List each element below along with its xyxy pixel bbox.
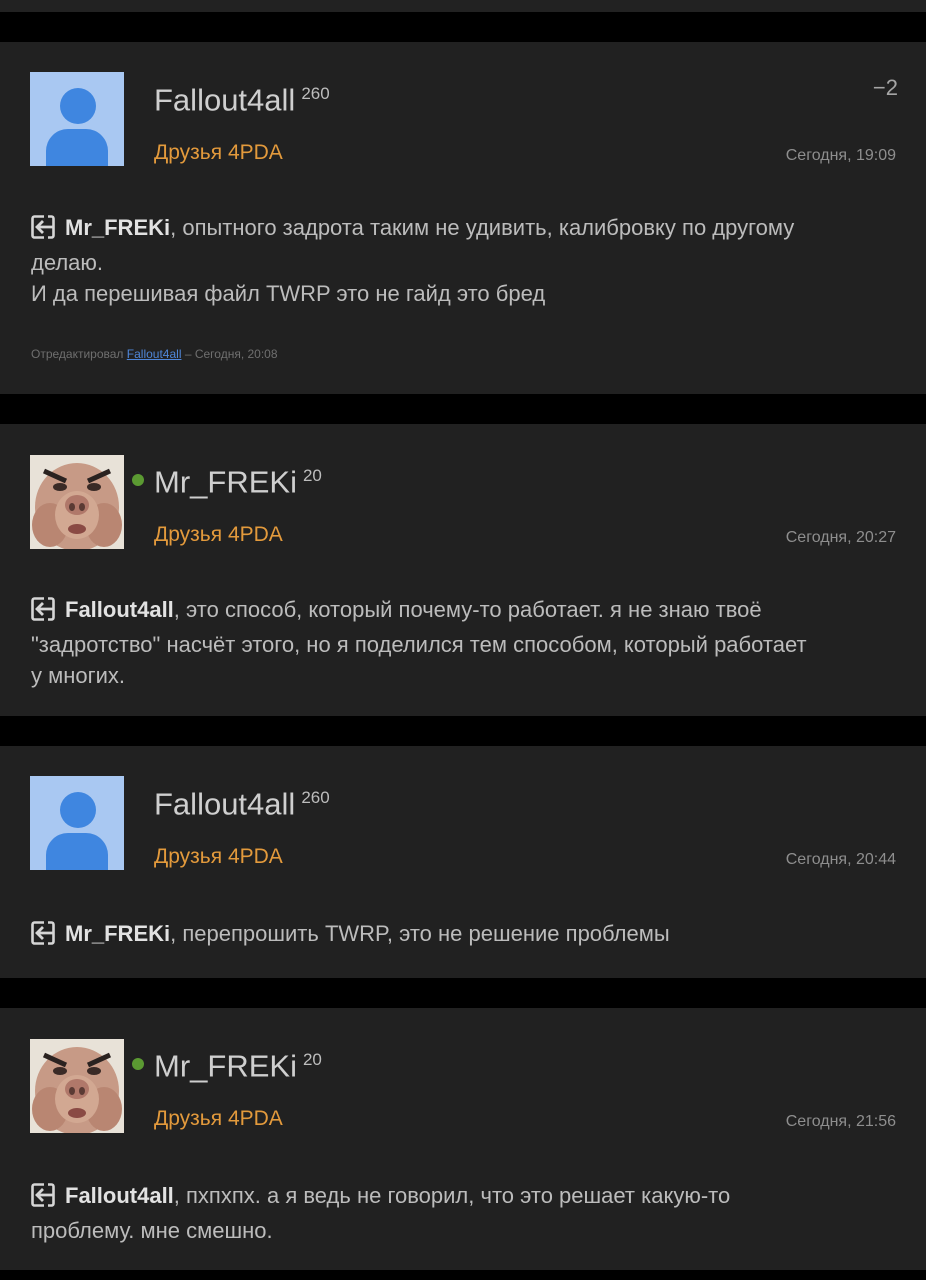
post-text-line: Fallout4all, пхпхпх. а я ведь не говорил… [31,1180,897,1215]
post-text-line: проблему. мне смешно. [31,1218,273,1243]
user-avatar[interactable] [30,1039,124,1133]
username-text[interactable]: Mr_FREKi [154,464,297,499]
post-text-segment: , опытного задрота таким не удивить, кал… [170,215,795,240]
top-bar [0,0,926,12]
post-text-segment: , перепрошить TWRP, это не решение пробл… [170,921,670,946]
username-text[interactable]: Mr_FREKi [154,1048,297,1083]
post-date: Сегодня, 21:56 [785,1113,896,1130]
mention-link[interactable]: Fallout4all [65,1183,174,1208]
post-text-segment: , пхпхпх. а я ведь не говорил, что это р… [173,1183,731,1208]
post-date: Сегодня, 20:27 [785,529,896,546]
quote-arrow-icon[interactable] [31,597,57,629]
post-text-line: "задротство" насчёт этого, но я поделилс… [31,632,807,657]
post-date: Сегодня, 20:44 [785,851,896,868]
face-photo-image [30,455,124,549]
post-text-line: Mr_FREKi, опытного задрота таким не удив… [31,212,897,247]
username[interactable]: Mr_FREKi 20 [154,458,322,500]
post-text: Mr_FREKi, опытного задрота таким не удив… [31,212,897,309]
username[interactable]: Mr_FREKi 20 [154,1042,322,1084]
user-avatar[interactable] [30,72,124,166]
avatar-head-shape [60,88,96,124]
user-group: Друзья 4PDA [154,523,283,546]
face-photo-image [30,1039,124,1133]
reputation-count[interactable]: 260 [301,84,329,103]
avatar-body-shape [46,129,108,166]
post-3: Fallout4all 260 Друзья 4PDA Сегодня, 20:4… [0,746,926,978]
user-group: Друзья 4PDA [154,845,283,868]
edited-suffix: – Сегодня, 20:08 [181,347,278,361]
quote-arrow-icon[interactable] [31,921,57,953]
post-4: Mr_FREKi 20 Друзья 4PDA Сегодня, 21:56 Fa… [0,1008,926,1270]
reputation-count[interactable]: 20 [303,1050,322,1069]
reputation-count[interactable]: 20 [303,466,322,485]
username[interactable]: Fallout4all 260 [154,76,330,118]
post-text-line: Fallout4all, это способ, который почему-… [31,594,897,629]
user-avatar[interactable] [30,455,124,549]
post-1: Fallout4all 260 −2 Друзья 4PDA Сегодня, 1… [0,42,926,394]
post-2: Mr_FREKi 20 Друзья 4PDA Сегодня, 20:27 Fa… [0,424,926,716]
post-rating: −2 [872,75,898,100]
username-text[interactable]: Fallout4all [154,786,295,821]
user-group: Друзья 4PDA [154,141,283,164]
reputation-count[interactable]: 260 [301,788,329,807]
user-group: Друзья 4PDA [154,1107,283,1130]
mention-link[interactable]: Mr_FREKi [65,215,170,240]
post-text-segment: , это способ, который почему-то работает… [173,597,762,622]
edited-note: Отредактировал Fallout4all – Сегодня, 20… [31,346,278,362]
post-text: Fallout4all, это способ, который почему-… [31,594,897,691]
post-text-line: Mr_FREKi, перепрошить TWRP, это не решен… [31,918,897,953]
edited-by-link[interactable]: Fallout4all [127,347,182,361]
post-text-line: делаю. [31,250,104,275]
post-text-line: И да перешивая файл TWRP это не гайд это… [31,281,546,306]
user-avatar[interactable] [30,776,124,870]
online-status-dot [132,1058,144,1070]
edited-prefix: Отредактировал [31,347,124,361]
avatar-head-shape [60,792,96,828]
post-date: Сегодня, 19:09 [785,147,896,164]
post-text-line: у многих. [31,663,126,688]
post-text: Fallout4all, пхпхпх. а я ведь не говорил… [31,1180,897,1246]
quote-arrow-icon[interactable] [31,215,57,247]
username[interactable]: Fallout4all 260 [154,780,330,822]
post-text: Mr_FREKi, перепрошить TWRP, это не решен… [31,918,897,953]
quote-arrow-icon[interactable] [31,1183,57,1215]
online-status-dot [132,474,144,486]
avatar-body-shape [46,833,108,870]
username-text[interactable]: Fallout4all [154,82,295,117]
mention-link[interactable]: Mr_FREKi [65,921,170,946]
mention-link[interactable]: Fallout4all [65,597,174,622]
